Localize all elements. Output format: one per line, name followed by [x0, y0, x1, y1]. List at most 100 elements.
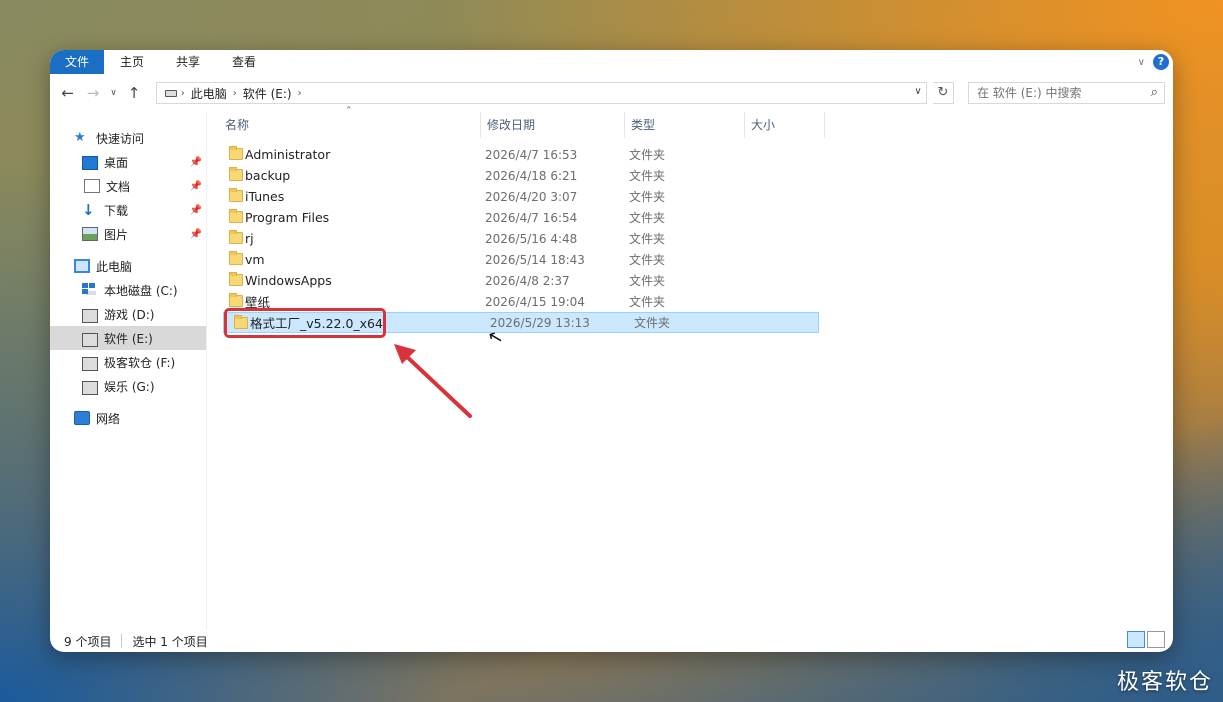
document-icon [84, 179, 100, 193]
file-row[interactable]: WindowsApps 2026/4/8 2:37 文件夹 [219, 270, 819, 291]
column-date-modified[interactable]: 修改日期 [481, 112, 625, 138]
nav-desktop[interactable]: 桌面 📌 [50, 150, 206, 174]
nav-drive-f[interactable]: 极客软仓 (F:) [50, 350, 206, 374]
status-divider [121, 634, 123, 648]
drive-icon [82, 381, 98, 395]
help-icon[interactable]: ? [1153, 54, 1169, 70]
back-arrow-icon[interactable]: ← [58, 84, 77, 102]
windows-drive-icon [82, 283, 98, 297]
address-dropdown-icon[interactable]: ∨ [914, 86, 921, 97]
file-date: 2026/4/20 3:07 [485, 189, 578, 204]
computer-icon [74, 259, 90, 273]
breadcrumb-separator-icon[interactable]: › [233, 88, 237, 99]
column-size[interactable]: 大小 [745, 112, 825, 138]
breadcrumb-separator-icon[interactable]: › [298, 88, 302, 99]
star-icon: ★ [74, 130, 86, 145]
nav-label: 极客软仓 (F:) [104, 355, 176, 370]
file-row[interactable]: iTunes 2026/4/20 3:07 文件夹 [219, 186, 819, 207]
pictures-icon [82, 227, 98, 241]
file-date: 2026/4/15 19:04 [485, 294, 585, 309]
tab-view[interactable]: 查看 [216, 50, 272, 74]
file-name: vm [245, 252, 265, 267]
expand-ribbon-icon[interactable]: ∨ [1138, 57, 1145, 68]
nav-quick-access[interactable]: ★ 快速访问 [50, 126, 206, 150]
drive-icon [164, 89, 177, 97]
annotation-highlight-box [224, 308, 386, 338]
column-name[interactable]: 名称 [219, 112, 481, 138]
search-box[interactable]: ⌕ [968, 82, 1165, 104]
nav-downloads[interactable]: ↓ 下载 📌 [50, 198, 206, 222]
forward-arrow-icon[interactable]: → [83, 84, 102, 102]
tab-share[interactable]: 共享 [160, 50, 216, 74]
nav-drive-c[interactable]: 本地磁盘 (C:) [50, 278, 206, 302]
search-icon[interactable]: ⌕ [1151, 85, 1158, 100]
annotation-arrow-icon [394, 344, 472, 418]
file-type: 文件夹 [629, 169, 666, 183]
address-bar[interactable]: › 此电脑 › 软件 (E:) › ∨ [155, 82, 927, 104]
file-row[interactable]: backup 2026/4/18 6:21 文件夹 [219, 165, 819, 186]
file-type: 文件夹 [634, 316, 671, 330]
drive-icon [82, 333, 98, 347]
desktop-icon [82, 155, 98, 170]
file-row[interactable]: Program Files 2026/4/7 16:54 文件夹 [219, 207, 819, 228]
watermark-text: 极客软仓 [1116, 670, 1213, 695]
view-buttons [1127, 631, 1165, 648]
file-type: 文件夹 [629, 211, 666, 225]
nav-label: 网络 [96, 411, 121, 426]
navigation-pane: ★ 快速访问 桌面 📌 文档 📌 ↓ 下载 📌 图片 📌 此电脑 本地磁盘 (C… [50, 112, 207, 630]
file-name: rj [245, 231, 254, 246]
nav-label: 本地磁盘 (C:) [104, 283, 178, 298]
selection-count: 选中 1 个项目 [132, 634, 208, 649]
breadcrumb-this-pc[interactable]: 此电脑 [191, 85, 227, 102]
folder-icon [229, 230, 243, 244]
file-name: backup [245, 168, 291, 183]
nav-label: 快速访问 [96, 131, 145, 146]
file-type: 文件夹 [629, 274, 666, 288]
drive-icon [82, 309, 98, 323]
file-row[interactable]: Administrator 2026/4/7 16:53 文件夹 [219, 144, 819, 165]
file-name: Administrator [245, 147, 331, 162]
nav-network[interactable]: 网络 [50, 406, 206, 430]
file-row[interactable]: rj 2026/5/16 4:48 文件夹 [219, 228, 819, 249]
file-date: 2026/5/16 4:48 [485, 231, 578, 246]
nav-label: 娱乐 (G:) [104, 379, 155, 394]
file-type: 文件夹 [629, 190, 666, 204]
folder-icon [229, 209, 243, 223]
large-icons-view-button[interactable] [1147, 631, 1165, 648]
breadcrumb-drive-e[interactable]: 软件 (E:) [243, 85, 292, 102]
file-type: 文件夹 [629, 232, 666, 246]
nav-label: 软件 (E:) [104, 331, 153, 346]
recent-locations-chevron-icon[interactable]: ∨ [109, 88, 119, 98]
folder-icon [229, 251, 243, 265]
up-arrow-icon[interactable]: ↑ [124, 84, 143, 102]
network-icon [74, 411, 90, 425]
details-view-button[interactable] [1127, 631, 1145, 648]
tab-file[interactable]: 文件 [50, 50, 105, 74]
nav-drive-d[interactable]: 游戏 (D:) [50, 302, 206, 326]
nav-pictures[interactable]: 图片 📌 [50, 222, 206, 246]
nav-drive-e[interactable]: 软件 (E:) [50, 326, 206, 350]
file-explorer-window: 文件 主页 共享 查看 ∨ ? ← → ∨ ↑ › 此电脑 › 软件 (E:) … [50, 50, 1173, 652]
explorer-body: ★ 快速访问 桌面 📌 文档 📌 ↓ 下载 📌 图片 📌 此电脑 本地磁盘 (C… [50, 106, 1173, 630]
nav-documents[interactable]: 文档 📌 [50, 174, 206, 198]
file-date: 2026/5/14 18:43 [485, 252, 585, 267]
search-input[interactable] [977, 86, 1148, 100]
file-row[interactable]: vm 2026/5/14 18:43 文件夹 [219, 249, 819, 270]
nav-label: 下载 [104, 203, 129, 218]
tab-home[interactable]: 主页 [104, 50, 160, 74]
folder-icon [229, 293, 243, 307]
folder-icon [229, 188, 243, 202]
file-list-pane: ⌃ 名称 修改日期 类型 大小 Administrator 2026/4/7 16… [207, 106, 1173, 630]
file-name: iTunes [245, 189, 285, 204]
item-count: 9 个项目 [64, 634, 112, 649]
file-type: 文件夹 [629, 295, 666, 309]
nav-label: 桌面 [104, 155, 129, 170]
status-bar: 9 个项目 选中 1 个项目 [50, 630, 1173, 652]
pin-icon: 📌 [189, 204, 202, 216]
nav-drive-g[interactable]: 娱乐 (G:) [50, 374, 206, 398]
nav-this-pc[interactable]: 此电脑 [50, 254, 206, 278]
column-type[interactable]: 类型 [625, 112, 745, 138]
file-date: 2026/4/7 16:54 [485, 210, 578, 225]
breadcrumb-separator-icon[interactable]: › [181, 88, 185, 99]
refresh-button[interactable]: ↻ [932, 82, 955, 104]
